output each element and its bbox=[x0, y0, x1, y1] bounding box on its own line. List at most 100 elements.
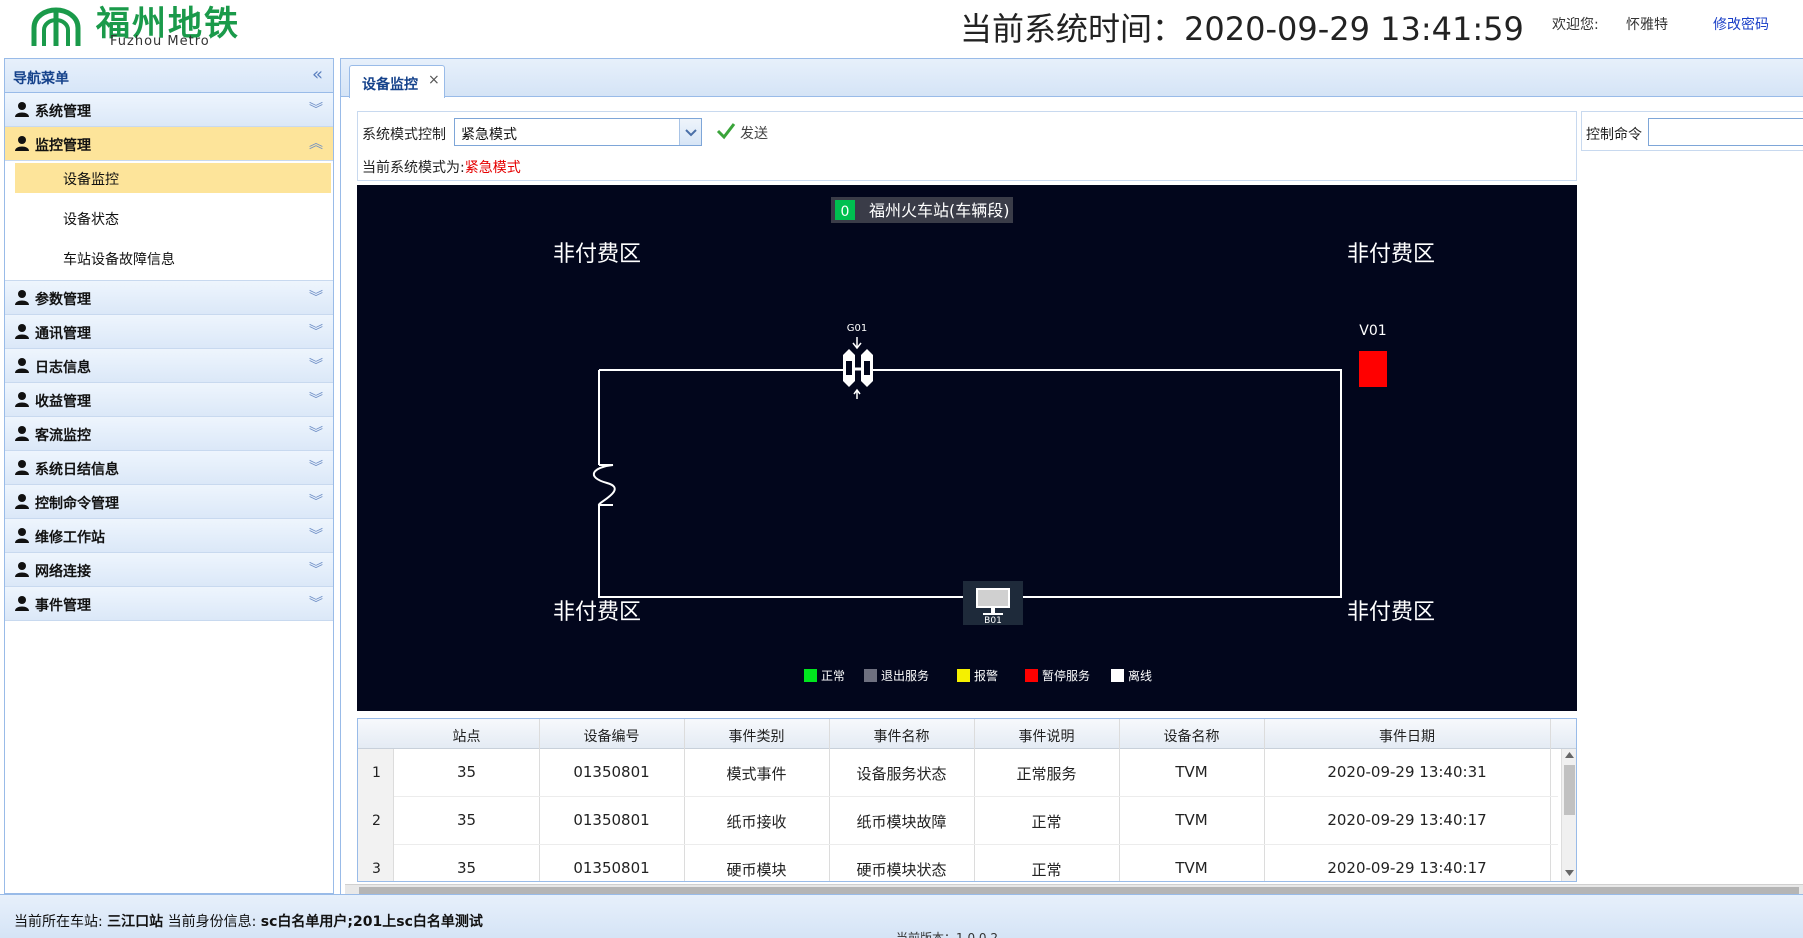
legend-label-out-of-service: 退出服务 bbox=[881, 668, 929, 683]
sidebar-item-logs[interactable]: 日志信息 ︾ bbox=[5, 349, 333, 383]
identity-label: 当前身份信息: bbox=[167, 914, 257, 930]
submenu-item-device-status[interactable]: 设备状态 bbox=[15, 203, 331, 233]
user-icon bbox=[15, 596, 29, 611]
fuzhou-metro-logo: 福州地铁 Fuzhou Metro bbox=[24, 0, 254, 54]
cell-event-date: 2020-09-29 13:40:31 bbox=[1327, 763, 1487, 781]
close-icon[interactable]: × bbox=[428, 72, 440, 88]
command-control: 控制命令 bbox=[1581, 111, 1803, 151]
boundary-wave bbox=[592, 464, 616, 506]
chevron-down-icon: ︾ bbox=[309, 528, 323, 544]
cell-event-date: 2020-09-29 13:40:17 bbox=[1327, 859, 1487, 877]
main-panel: 设备监控 × 系统模式控制 紧急模式 发送 当前系统模式为:紧急模式 控制命令 bbox=[340, 58, 1803, 896]
column-header-device-name[interactable]: 设备名称 bbox=[1119, 726, 1264, 746]
change-password-link[interactable]: 修改密码 bbox=[1713, 14, 1769, 34]
username: 怀雅特 bbox=[1626, 17, 1668, 33]
chevron-down-icon: ︾ bbox=[309, 358, 323, 374]
sidebar-item-revenue[interactable]: 收益管理 ︾ bbox=[5, 383, 333, 417]
sidebar-item-monitor[interactable]: 监控管理 ︽ bbox=[5, 127, 333, 161]
sidebar-item-comm[interactable]: 通讯管理 ︾ bbox=[5, 315, 333, 349]
column-header-device-no[interactable]: 设备编号 bbox=[539, 726, 684, 746]
chevron-down-icon[interactable] bbox=[679, 119, 701, 145]
chevron-up-icon: ︽ bbox=[309, 136, 323, 152]
table-row[interactable]: 2 35 01350801 纸币接收 纸币模块故障 正常 TVM 2020-09… bbox=[358, 797, 1558, 845]
chevron-down-icon: ︾ bbox=[309, 426, 323, 442]
cell-event-date: 2020-09-29 13:40:17 bbox=[1327, 811, 1487, 829]
station-label: 当前所在车站: bbox=[14, 914, 103, 930]
station-map: 0 福州火车站(车辆段) 非付费区 非付费区 非付费区 非付费区 G01 V01… bbox=[357, 185, 1577, 711]
gate-device-g01[interactable]: G01 bbox=[843, 323, 873, 399]
user-icon bbox=[15, 102, 29, 117]
sidebar-item-params[interactable]: 参数管理 ︾ bbox=[5, 281, 333, 315]
sidebar-item-network[interactable]: 网络连接 ︾ bbox=[5, 553, 333, 587]
cell-device-name: TVM bbox=[1175, 763, 1208, 781]
cell-description: 正常 bbox=[1031, 861, 1062, 879]
user-icon bbox=[15, 290, 29, 305]
user-icon bbox=[15, 392, 29, 407]
sidebar-item-label: 系统日结信息 bbox=[35, 462, 119, 478]
sidebar-item-label: 事件管理 bbox=[35, 598, 91, 614]
cell-device-no: 01350801 bbox=[573, 811, 650, 829]
station-index: 0 bbox=[841, 204, 850, 220]
legend-swatch-normal bbox=[804, 669, 817, 682]
cell-event-name: 设备服务状态 bbox=[856, 765, 947, 783]
cell-station: 35 bbox=[456, 859, 477, 877]
legend-label-offline: 离线 bbox=[1128, 668, 1152, 683]
submenu-item-label: 设备状态 bbox=[63, 212, 119, 228]
table-row[interactable]: 1 35 01350801 模式事件 设备服务状态 正常服务 TVM 2020-… bbox=[358, 749, 1558, 797]
logo-english-text: Fuzhou Metro bbox=[110, 34, 210, 49]
booking-device-b01[interactable]: B01 bbox=[963, 581, 1023, 626]
legend-swatch-suspended bbox=[1025, 669, 1038, 682]
scrollbar-thumb[interactable] bbox=[1564, 765, 1575, 815]
user-icon bbox=[15, 358, 29, 373]
sidebar-item-label: 通讯管理 bbox=[35, 326, 91, 342]
user-icon bbox=[15, 460, 29, 475]
cell-event-name: 硬币模块状态 bbox=[856, 861, 947, 879]
system-time: 当前系统时间：2020-09-29 13:41:59 bbox=[960, 10, 1524, 48]
send-button[interactable]: 发送 bbox=[716, 120, 780, 144]
current-mode-label: 当前系统模式为: bbox=[362, 160, 465, 176]
zone-label-top-left: 非付费区 bbox=[553, 242, 641, 267]
sidebar-item-label: 维修工作站 bbox=[35, 530, 105, 546]
collapse-sidebar-icon[interactable]: « bbox=[312, 64, 323, 85]
chevron-down-icon: ︾ bbox=[309, 102, 323, 118]
status-legend: 正常 退出服务 报警 暂停服务 离线 bbox=[804, 668, 1152, 683]
table-row[interactable]: 3 35 01350801 硬币模块 硬币模块状态 正常 TVM 2020-09… bbox=[358, 845, 1558, 881]
sidebar-item-maintenance[interactable]: 维修工作站 ︾ bbox=[5, 519, 333, 553]
sidebar-item-system[interactable]: 系统管理 ︾ bbox=[5, 93, 333, 127]
chevron-down-icon: ︾ bbox=[309, 392, 323, 408]
sidebar-item-daily-settlement[interactable]: 系统日结信息 ︾ bbox=[5, 451, 333, 485]
sidebar-item-label: 网络连接 bbox=[35, 564, 91, 580]
cell-device-name: TVM bbox=[1175, 811, 1208, 829]
column-header-station[interactable]: 站点 bbox=[394, 726, 539, 746]
row-number: 1 bbox=[358, 749, 394, 797]
user-icon bbox=[15, 562, 29, 577]
tab-device-monitor[interactable]: 设备监控 × bbox=[349, 65, 445, 98]
sidebar-item-passenger-flow[interactable]: 客流监控 ︾ bbox=[5, 417, 333, 451]
station-name: 福州火车站(车辆段) bbox=[869, 201, 1010, 220]
column-header-event-date[interactable]: 事件日期 bbox=[1264, 726, 1550, 746]
legend-swatch-offline bbox=[1111, 669, 1124, 682]
vending-device-v01[interactable]: V01 bbox=[1359, 323, 1387, 387]
column-header-category[interactable]: 事件类别 bbox=[684, 726, 829, 746]
zone-label-bottom-right: 非付费区 bbox=[1347, 600, 1435, 625]
gate-label: G01 bbox=[847, 323, 867, 334]
mode-select[interactable]: 紧急模式 bbox=[454, 118, 702, 146]
current-mode: 当前系统模式为:紧急模式 bbox=[362, 157, 521, 177]
column-header-description[interactable]: 事件说明 bbox=[974, 726, 1119, 746]
chevron-down-icon: ︾ bbox=[309, 324, 323, 340]
sidebar-item-events[interactable]: 事件管理 ︾ bbox=[5, 587, 333, 621]
monitor-submenu: 设备监控 设备状态 车站设备故障信息 bbox=[5, 161, 333, 281]
column-header-event-name[interactable]: 事件名称 bbox=[829, 726, 974, 746]
cell-device-name: TVM bbox=[1175, 859, 1208, 877]
submenu-item-fault-info[interactable]: 车站设备故障信息 bbox=[15, 243, 331, 273]
sidebar-item-control-commands[interactable]: 控制命令管理 ︾ bbox=[5, 485, 333, 519]
status-footer: 当前所在车站: 三江口站 当前身份信息: sc白名单用户;201上sc白名单测试… bbox=[0, 894, 1803, 938]
submenu-item-device-monitor[interactable]: 设备监控 bbox=[15, 163, 331, 193]
metro-logo-icon bbox=[31, 7, 81, 46]
booking-label: B01 bbox=[984, 616, 1002, 626]
table-vertical-scrollbar[interactable] bbox=[1561, 749, 1576, 881]
event-table: 站点 设备编号 事件类别 事件名称 事件说明 设备名称 事件日期 1 35 01… bbox=[357, 718, 1577, 882]
scroll-up-icon[interactable] bbox=[1565, 751, 1574, 759]
command-select[interactable] bbox=[1648, 118, 1803, 146]
scroll-down-icon[interactable] bbox=[1565, 869, 1574, 877]
